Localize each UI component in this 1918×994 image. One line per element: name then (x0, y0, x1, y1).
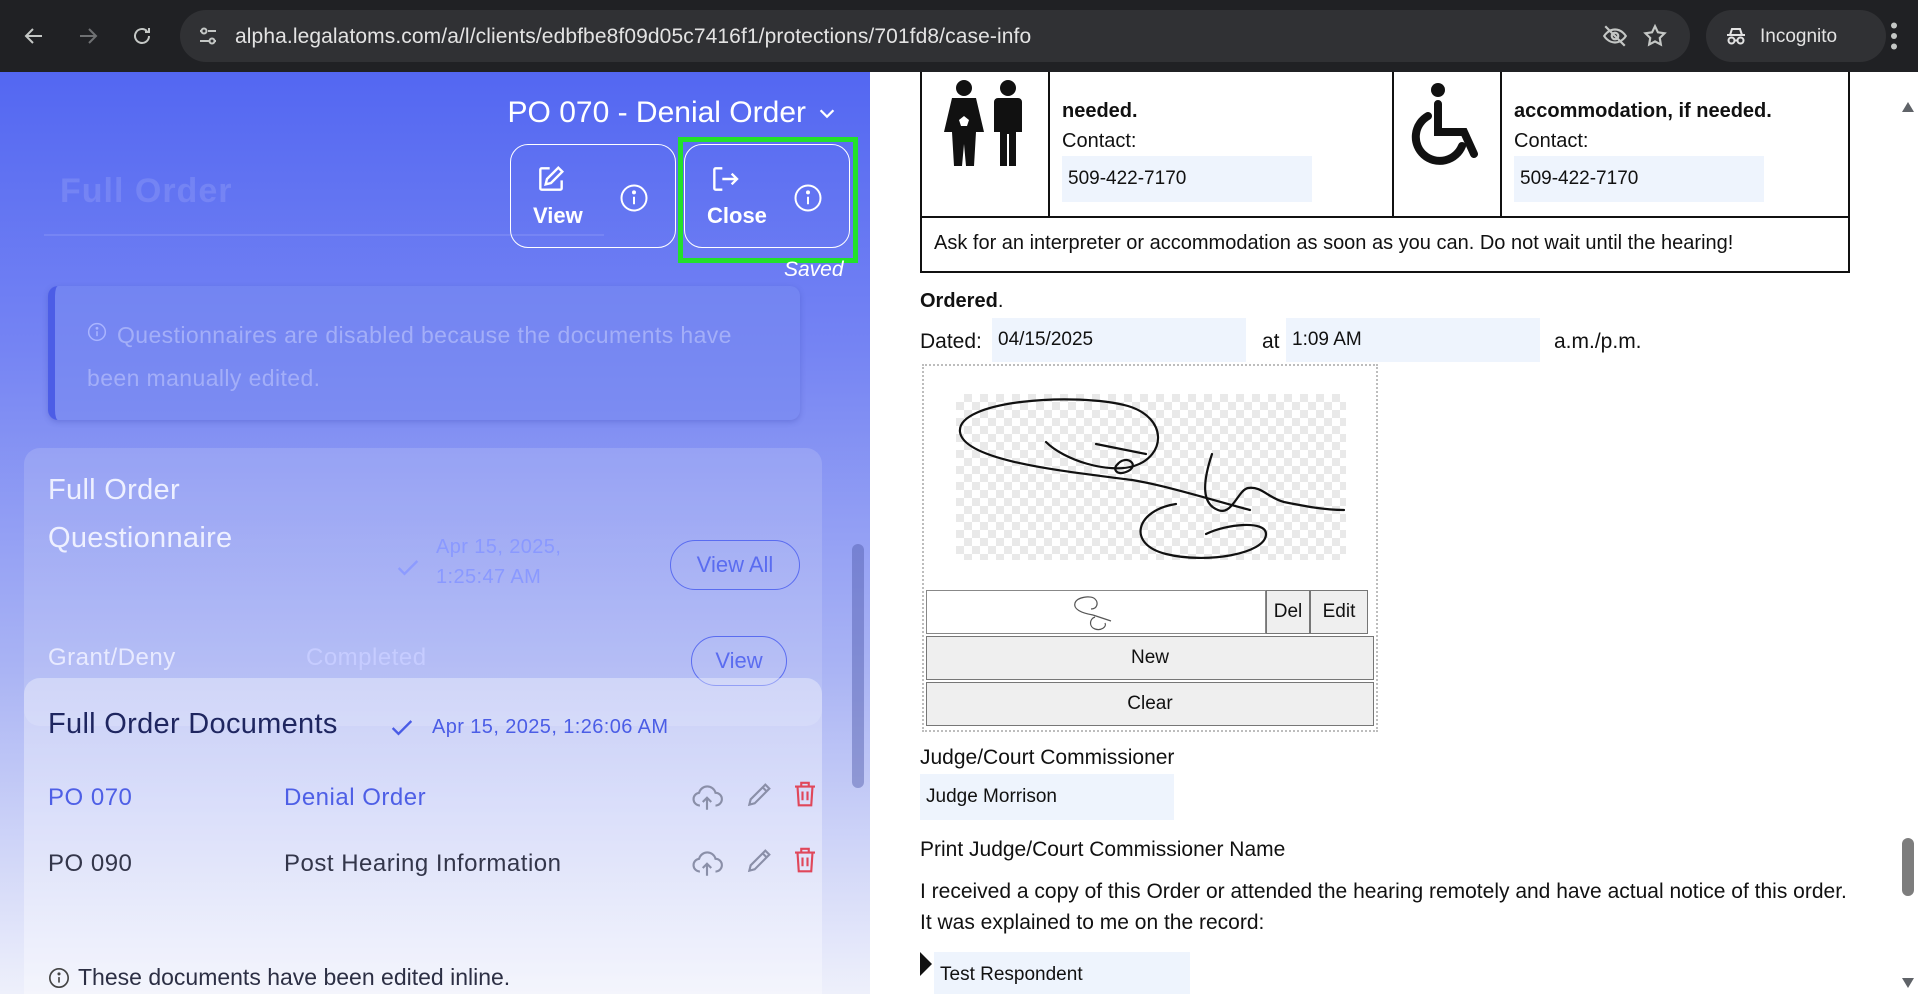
tune-icon[interactable] (196, 24, 220, 48)
date-field[interactable]: 04/15/2025 (992, 318, 1246, 362)
view-all-button[interactable]: View All (670, 540, 800, 590)
table-divider (1392, 72, 1394, 218)
trash-icon[interactable] (790, 778, 820, 810)
back-button[interactable] (14, 16, 54, 56)
document-code[interactable]: PO 070 (48, 784, 132, 812)
edited-inline-note: These documents have been edited inline. (48, 964, 510, 991)
ordered-label: Ordered. (920, 290, 1003, 313)
questionnaire-title: Full Order Questionnaire (48, 474, 233, 554)
documents-timestamp: Apr 15, 2025, 1:26:06 AM (432, 716, 669, 738)
dated-row: Dated: 04/15/2025 at 1:09 AM a.m./p.m. (920, 318, 1720, 362)
accommodation-phone-field[interactable]: 509-422-7170 (1514, 156, 1764, 202)
kebab-menu-icon[interactable] (1876, 18, 1912, 54)
dated-label: Dated: (920, 330, 982, 353)
table-bold-text: needed. (1062, 100, 1138, 122)
view-document-button[interactable]: View (510, 144, 676, 248)
time-field[interactable]: 1:09 AM (1286, 318, 1540, 362)
at-label: at (1262, 330, 1280, 353)
judge-name-field[interactable]: Judge Morrison (920, 774, 1174, 820)
questionnaire-timestamp: Apr 15, 2025, 1:25:47 AM (436, 536, 562, 588)
signature-canvas[interactable] (956, 394, 1346, 560)
incognito-icon (1727, 28, 1745, 45)
browser-toolbar: alpha.legalatoms.com/a/l/clients/edbfbe8… (0, 0, 1918, 72)
scroll-thumb[interactable] (1902, 838, 1914, 896)
table-divider (1048, 72, 1050, 218)
view-label: View (533, 203, 583, 228)
document-editor: needed. Contact: 509-422-7170 accommodat… (870, 72, 1918, 994)
table-note: Ask for an interpreter or accommodation … (934, 232, 1734, 254)
document-title: PO 070 - Denial Order (507, 96, 806, 129)
star-icon[interactable] (1642, 23, 1668, 49)
ordered-bold: Ordered (920, 290, 998, 312)
check-icon (397, 560, 419, 576)
interpreter-phone-field[interactable]: 509-422-7170 (1062, 156, 1312, 202)
received-statement: I received a copy of this Order or atten… (920, 880, 1847, 934)
info-icon[interactable] (619, 183, 649, 213)
incognito-label: Incognito (1760, 26, 1838, 47)
table-bold-text: accommodation, if needed. (1514, 100, 1772, 122)
cloud-upload-icon[interactable] (690, 780, 724, 814)
check-icon (391, 720, 413, 736)
signature-widget: Del Edit New Clear (922, 364, 1378, 732)
document-name[interactable]: Denial Order (284, 784, 426, 812)
forward-button[interactable] (68, 16, 108, 56)
disabled-notice: Questionnaires are disabled because the … (48, 286, 800, 420)
table-divider (1500, 72, 1502, 218)
notice-text: Questionnaires are disabled because the … (87, 322, 732, 391)
signature-new-button[interactable]: New (926, 636, 1374, 680)
document-scrollbar[interactable] (1898, 72, 1918, 994)
signature-edit-button[interactable]: Edit (1310, 590, 1368, 634)
questionnaire-row-name: Grant/Deny (48, 644, 176, 671)
document-name[interactable]: Post Hearing Information (284, 850, 561, 878)
close-button-highlight (678, 137, 858, 263)
people-icon (944, 80, 1022, 166)
address-bar[interactable]: alpha.legalatoms.com/a/l/clients/edbfbe8… (180, 10, 1690, 62)
info-icon (49, 967, 69, 988)
signature-clear-button[interactable]: Clear (926, 682, 1374, 726)
judge-label: Judge/Court Commissioner (920, 746, 1175, 769)
sidebar-scrollbar[interactable] (852, 544, 864, 788)
ordered-period: . (997, 290, 1004, 312)
signature-delete-button[interactable]: Del (1266, 590, 1310, 634)
trash-icon[interactable] (790, 844, 820, 876)
ghost-section-title: Full Order (60, 172, 233, 210)
edit-square-icon (539, 165, 565, 191)
respondent-name-field[interactable]: Test Respondent (934, 952, 1190, 994)
saved-status: Saved (784, 258, 844, 281)
signature-thumbnail (1074, 596, 1112, 631)
table-contact-label: Contact: (1062, 130, 1137, 152)
documents-card: Full Order Documents Apr 15, 2025, 1:26:… (24, 678, 822, 994)
scroll-up-icon[interactable] (1902, 102, 1914, 112)
document-row[interactable]: PO 070 Denial Order (48, 778, 815, 818)
chevron-down-icon (819, 109, 835, 119)
arrow-left-icon (24, 28, 42, 44)
document-code[interactable]: PO 090 (48, 850, 132, 878)
wheelchair-icon (1411, 83, 1478, 165)
arrow-right-icon (80, 28, 98, 44)
eye-off-icon[interactable] (1602, 23, 1628, 49)
reload-icon (134, 28, 150, 44)
cloud-upload-icon[interactable] (690, 846, 724, 880)
signature-field[interactable] (926, 590, 1266, 634)
edited-note-text: These documents have been edited inline. (78, 964, 511, 990)
documents-title: Full Order Documents (48, 708, 338, 740)
pencil-icon[interactable] (744, 778, 776, 810)
ampm-label: a.m./p.m. (1554, 330, 1642, 353)
interpreter-table: needed. Contact: 509-422-7170 accommodat… (920, 72, 1850, 273)
signature-drawing (958, 398, 1346, 560)
pencil-icon[interactable] (744, 844, 776, 876)
case-sidebar: Full Order PO 070 - Denial Order View Cl… (0, 72, 870, 994)
document-selector[interactable]: PO 070 - Denial Order (508, 96, 838, 130)
incognito-indicator[interactable]: Incognito (1706, 10, 1886, 62)
expand-arrow-icon[interactable] (920, 952, 932, 976)
questionnaire-row-status: Completed (306, 644, 427, 671)
print-judge-label: Print Judge/Court Commissioner Name (920, 838, 1286, 861)
table-divider (922, 216, 1848, 218)
reload-button[interactable] (122, 16, 162, 56)
table-contact-label: Contact: (1514, 130, 1589, 152)
document-row[interactable]: PO 090 Post Hearing Information (48, 844, 815, 884)
scroll-down-icon[interactable] (1902, 978, 1914, 988)
url-text[interactable]: alpha.legalatoms.com/a/l/clients/edbfbe8… (235, 25, 1031, 49)
